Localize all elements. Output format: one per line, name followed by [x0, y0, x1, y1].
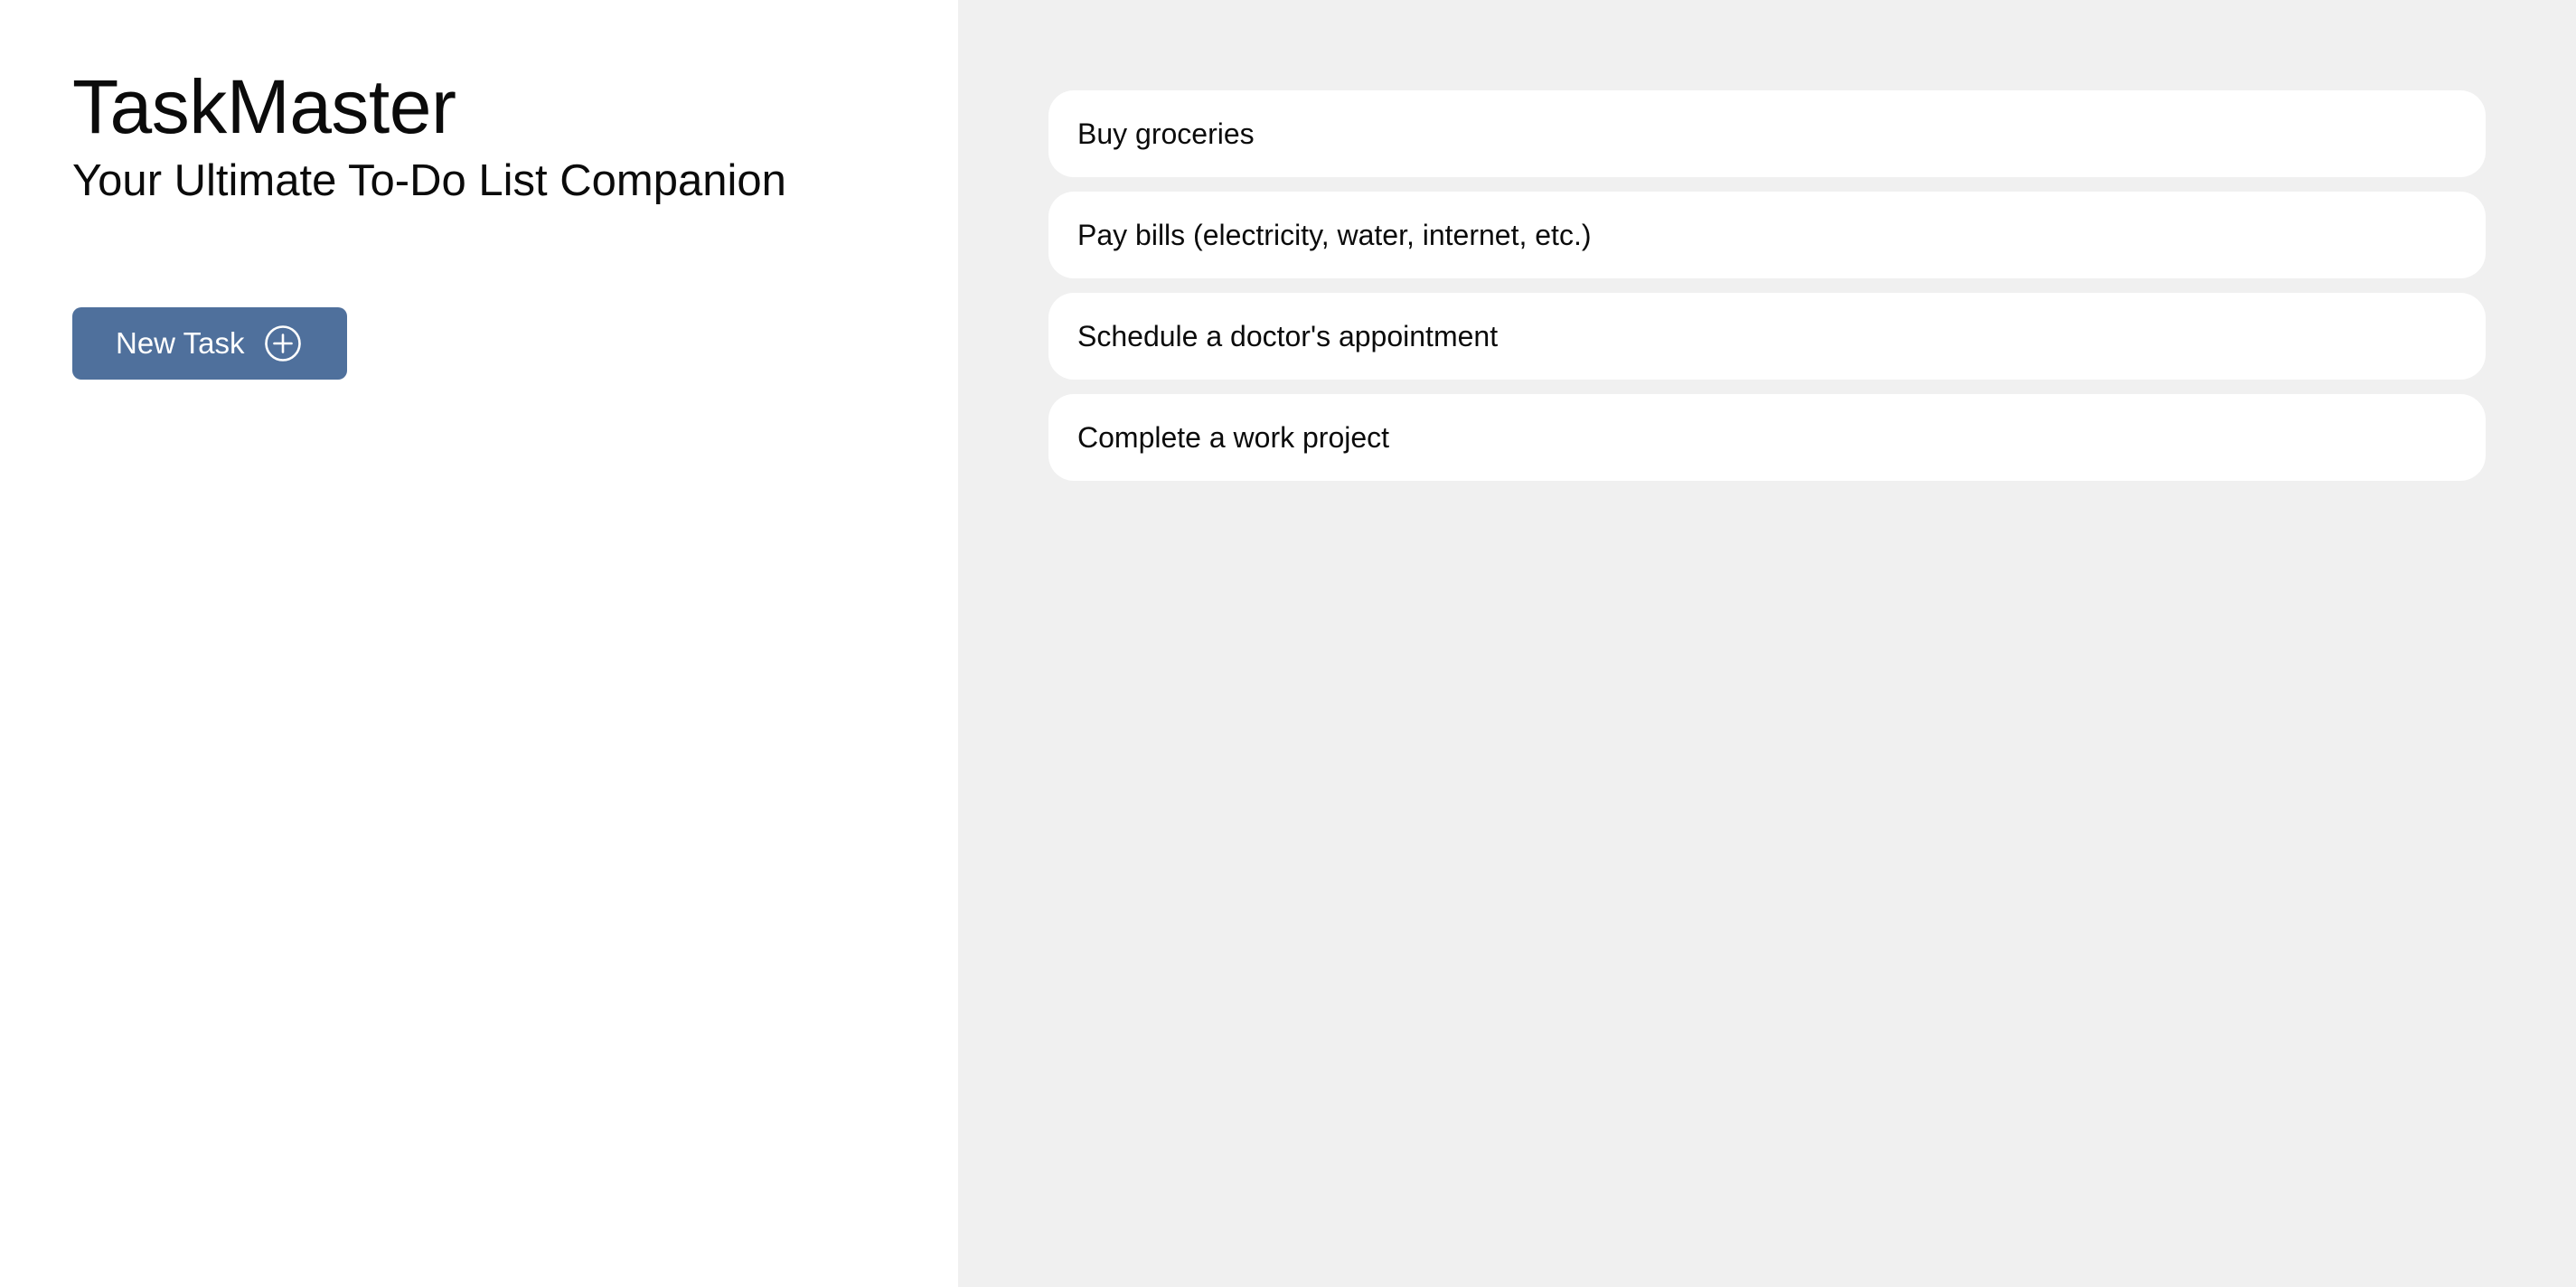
task-item[interactable]: Buy groceries: [1048, 90, 2486, 177]
task-label: Complete a work project: [1077, 420, 1390, 454]
task-label: Buy groceries: [1077, 117, 1255, 150]
task-item[interactable]: Complete a work project: [1048, 394, 2486, 481]
app-subtitle: Your Ultimate To-Do List Companion: [72, 156, 786, 205]
task-list: Buy groceries Pay bills (electricity, wa…: [1048, 90, 2486, 481]
task-label: Schedule a doctor's appointment: [1077, 319, 1499, 352]
task-item[interactable]: Pay bills (electricity, water, internet,…: [1048, 192, 2486, 278]
new-task-label: New Task: [116, 325, 245, 360]
plus-circle-icon: [264, 324, 302, 362]
sidebar-panel: TaskMaster Your Ultimate To-Do List Comp…: [0, 0, 958, 1287]
app-title: TaskMaster: [72, 64, 456, 149]
task-panel: Buy groceries Pay bills (electricity, wa…: [958, 0, 2576, 1287]
new-task-button[interactable]: New Task: [72, 306, 348, 380]
task-item[interactable]: Schedule a doctor's appointment: [1048, 293, 2486, 380]
task-label: Pay bills (electricity, water, internet,…: [1077, 218, 1592, 251]
app-root: TaskMaster Your Ultimate To-Do List Comp…: [0, 0, 2576, 1287]
